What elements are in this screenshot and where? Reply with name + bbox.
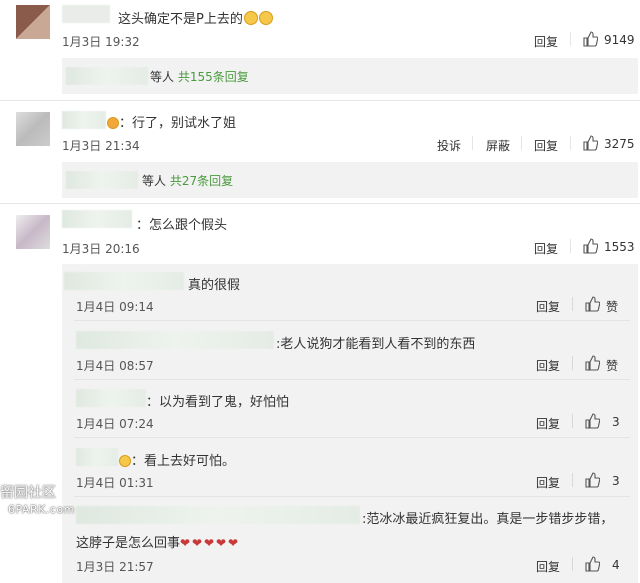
divider xyxy=(472,136,473,150)
reply-date: 1月4日 07:24 xyxy=(76,417,154,431)
reply-text: :老人说狗才能看到人看不到的东西 xyxy=(276,337,476,352)
divider xyxy=(74,379,630,380)
comment-text: ：行了，别试水了姐 xyxy=(106,112,236,131)
comment-text: 这头确定不是P上去的 xyxy=(118,8,273,27)
reply-date: 1月4日 01:31 xyxy=(76,476,154,490)
divider xyxy=(572,473,573,487)
comment-date: 1月3日 21:34 xyxy=(62,139,140,153)
report-button[interactable]: 投诉 xyxy=(437,137,461,154)
reply-button[interactable]: 回复 xyxy=(534,137,558,154)
comment-date: 1月3日 20:16 xyxy=(62,242,140,256)
reply-text: 真的很假 xyxy=(188,278,241,293)
like-label: 赞 xyxy=(606,300,619,314)
divider xyxy=(570,32,571,46)
reply-date: 1月4日 08:57 xyxy=(76,359,154,373)
reply-summary-suffix: 等人 xyxy=(142,174,167,188)
watermark-logo: 留园社区 xyxy=(0,485,56,501)
username-blurred[interactable] xyxy=(62,210,132,228)
reply-summary-bar[interactable]: 等人 共155条回复 xyxy=(62,58,638,94)
heart-icon: ❤ xyxy=(192,536,203,550)
thumbs-up-icon[interactable] xyxy=(584,296,600,312)
comment-date: 1月3日 19:32 xyxy=(62,35,140,49)
reply-text-line2: 这脖子是怎么回事❤ ❤ ❤ ❤ ❤ xyxy=(76,532,240,551)
view-replies-link[interactable]: 共155条回复 xyxy=(178,70,249,84)
reply-text: ：以为看到了鬼，好怕怕 xyxy=(146,395,290,410)
reply-text: ：看上去好可怕。 xyxy=(118,450,235,469)
divider xyxy=(74,496,630,497)
like-count: 4 xyxy=(612,558,620,572)
divider xyxy=(521,136,522,150)
reply-button[interactable]: 回复 xyxy=(536,558,560,575)
thumbs-up-icon[interactable] xyxy=(584,413,600,429)
username-blurred xyxy=(66,171,138,189)
comment-body: ：行了，别试水了姐 xyxy=(119,116,237,131)
reply-body: ：看上去好可怕。 xyxy=(131,454,236,469)
divider xyxy=(572,414,573,428)
reply-text: :范冰冰最近疯狂复出。真是一步错步步错， xyxy=(362,512,614,527)
emoji-icon xyxy=(119,455,131,467)
like-count: 3275 xyxy=(604,137,635,151)
badge-icon xyxy=(107,117,119,129)
like-count: 1553 xyxy=(604,240,635,254)
reply-button[interactable]: 回复 xyxy=(534,33,558,50)
reply-button[interactable]: 回复 xyxy=(534,240,558,257)
username-blurred[interactable] xyxy=(76,506,360,524)
divider xyxy=(572,356,573,370)
emoji-icon xyxy=(258,11,273,25)
reply-summary: 等人 共155条回复 xyxy=(150,68,249,85)
username-blurred[interactable] xyxy=(62,111,106,129)
username-blurred[interactable] xyxy=(64,272,184,290)
heart-icon: ❤ xyxy=(228,536,239,550)
thumbs-up-icon[interactable] xyxy=(582,135,598,151)
divider xyxy=(74,320,630,321)
username-blurred[interactable] xyxy=(76,331,274,349)
thumbs-up-icon[interactable] xyxy=(582,31,598,47)
avatar[interactable] xyxy=(16,215,50,249)
block-button[interactable]: 屏蔽 xyxy=(486,137,510,154)
avatar[interactable] xyxy=(16,112,50,146)
heart-icon: ❤ xyxy=(180,536,191,550)
divider xyxy=(0,203,640,204)
emoji-icon xyxy=(243,11,258,25)
username-blurred[interactable] xyxy=(76,448,118,466)
divider xyxy=(572,297,573,311)
sub-replies: 真的很假 1月4日 09:14 回复 赞 :老人说狗才能看到人看不到的东西 1月… xyxy=(62,264,638,583)
divider xyxy=(570,239,571,253)
thumbs-up-icon[interactable] xyxy=(582,238,598,254)
thumbs-up-icon[interactable] xyxy=(584,556,600,572)
like-count: 3 xyxy=(612,474,620,488)
watermark-url: 6PARK.com xyxy=(8,503,75,516)
reply-body: 这脖子是怎么回事 xyxy=(76,536,181,551)
reply-button[interactable]: 回复 xyxy=(536,357,560,374)
reply-button[interactable]: 回复 xyxy=(536,415,560,432)
avatar[interactable] xyxy=(16,5,50,39)
divider xyxy=(74,437,630,438)
heart-icon: ❤ xyxy=(216,536,227,550)
reply-date: 1月4日 09:14 xyxy=(76,300,154,314)
like-count: 3 xyxy=(612,415,620,429)
username-blurred[interactable] xyxy=(76,389,146,407)
reply-button[interactable]: 回复 xyxy=(536,298,560,315)
username-blurred[interactable] xyxy=(62,5,110,23)
thumbs-up-icon[interactable] xyxy=(584,472,600,488)
reply-summary-bar[interactable]: 等人 共27条回复 xyxy=(62,162,638,198)
like-count: 9149 xyxy=(604,33,635,47)
comment-text: ：怎么跟个假头 xyxy=(136,218,228,233)
reply-summary: 等人 共27条回复 xyxy=(142,172,233,189)
reply-summary-suffix: 等人 xyxy=(150,70,175,84)
username-blurred xyxy=(66,67,148,85)
comment-body: 这头确定不是P上去的 xyxy=(118,12,243,27)
divider xyxy=(570,136,571,150)
divider xyxy=(572,557,573,571)
heart-icon: ❤ xyxy=(204,536,215,550)
reply-date: 1月3日 21:57 xyxy=(76,560,154,574)
like-label: 赞 xyxy=(606,359,619,373)
divider xyxy=(0,100,640,101)
thumbs-up-icon[interactable] xyxy=(584,355,600,371)
reply-button[interactable]: 回复 xyxy=(536,474,560,491)
view-replies-link[interactable]: 共27条回复 xyxy=(170,174,233,188)
